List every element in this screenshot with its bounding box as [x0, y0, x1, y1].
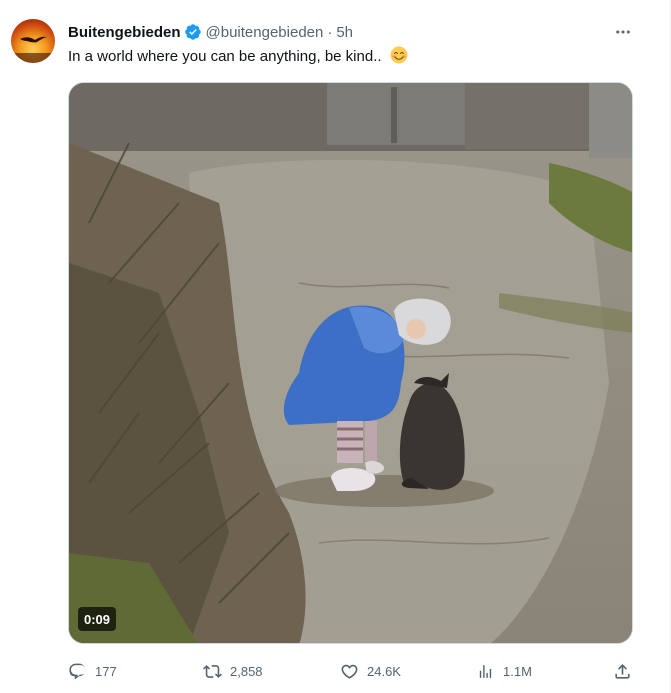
- views-count: 1.1M: [503, 663, 532, 679]
- separator-dot: ·: [327, 23, 333, 41]
- reply-count: 177: [95, 663, 117, 679]
- video-duration-badge: 0:09: [78, 607, 117, 631]
- retweet-icon: [203, 664, 222, 678]
- retweet-count: 2,858: [230, 663, 263, 679]
- verified-badge-icon[interactable]: [184, 23, 202, 41]
- like-button[interactable]: 24.6K: [340, 658, 401, 684]
- reply-icon: [69, 663, 86, 679]
- video-frame: [69, 83, 632, 643]
- retweet-button[interactable]: 2,858: [203, 658, 263, 684]
- action-bar: 177 2,858 24.6K 1.1M: [68, 658, 633, 684]
- video-player[interactable]: [68, 82, 633, 644]
- reply-button[interactable]: 177: [68, 658, 117, 684]
- author-handle[interactable]: @buitengebieden: [206, 24, 324, 41]
- tweet-text-content: In a world where you can be anything, be…: [68, 48, 382, 65]
- like-count: 24.6K: [367, 663, 401, 679]
- smiling-face-emoji-icon: [390, 46, 408, 64]
- bird-silhouette-icon: [11, 36, 55, 63]
- share-icon: [615, 663, 630, 679]
- views-button[interactable]: 1.1M: [477, 658, 532, 684]
- tweet-text: In a world where you can be anything, be…: [68, 46, 408, 68]
- author-name[interactable]: Buitengebieden: [68, 24, 181, 41]
- tweet[interactable]: Buitengebieden @buitengebieden · 5h In a…: [0, 0, 671, 693]
- avatar[interactable]: [11, 19, 55, 63]
- tweet-header: Buitengebieden @buitengebieden · 5h: [68, 22, 353, 42]
- more-options-icon[interactable]: [612, 22, 634, 42]
- views-icon: [479, 664, 492, 678]
- timestamp[interactable]: 5h: [336, 24, 353, 41]
- share-button[interactable]: [613, 658, 640, 684]
- like-icon: [341, 664, 358, 679]
